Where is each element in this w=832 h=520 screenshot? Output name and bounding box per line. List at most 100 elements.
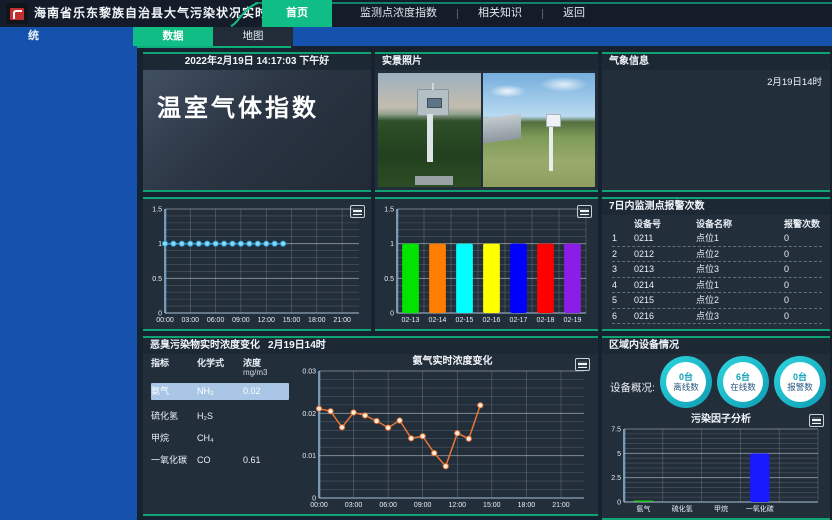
- svg-text:03:00: 03:00: [345, 502, 363, 509]
- device-overview-label: 设备概况:: [610, 380, 655, 395]
- svg-text:1.5: 1.5: [152, 207, 162, 214]
- panel-devices: 区域内设备情况 设备概况: 0台离线数6台在线数0台报警数 污染因子分析02.5…: [602, 336, 830, 520]
- alarm-table-row: 60216点位30: [612, 309, 822, 325]
- nav-item-monitor-index[interactable]: 监测点浓度指数: [342, 0, 455, 27]
- svg-text:0.02: 0.02: [302, 411, 316, 418]
- chart-menu-icon[interactable]: [809, 414, 824, 427]
- svg-text:12:00: 12:00: [448, 502, 466, 509]
- svg-text:21:00: 21:00: [333, 317, 351, 324]
- nav-separator: [542, 9, 543, 19]
- svg-text:1: 1: [390, 241, 394, 248]
- daily-index-chart: 00.511.502-1302-1402-1502-1602-1702-1802…: [377, 201, 594, 327]
- chart-menu-icon[interactable]: [575, 358, 590, 371]
- svg-text:2.5: 2.5: [611, 475, 621, 482]
- site-photo-1: [378, 73, 481, 187]
- svg-text:06:00: 06:00: [207, 317, 225, 324]
- panel-odor: 恶臭污染物实时浓度变化 2月19日14时 指标 化学式 浓度 mg/m3 氨气N…: [143, 336, 598, 516]
- svg-text:02-15: 02-15: [456, 317, 474, 324]
- odor-row-2[interactable]: 硫化氢H₂S: [151, 408, 289, 425]
- panel-gas-trend-chart: 00.511.500:0003:0006:0009:0012:0015:0018…: [143, 197, 371, 331]
- svg-text:污染因子分析: 污染因子分析: [691, 412, 751, 425]
- alarm-table: 设备号 设备名称 报警次数 10211点位1020212点位2030213点位3…: [602, 215, 830, 324]
- weather-time: 2月19日14时: [767, 74, 822, 88]
- app-logo-icon: [6, 3, 28, 24]
- odor-row-3[interactable]: 甲烷CH₄: [151, 430, 289, 447]
- nh3-trend-chart: 氨气实时浓度变化00.010.020.0300:0003:0006:0009:0…: [293, 354, 594, 512]
- svg-text:06:00: 06:00: [379, 502, 397, 509]
- device-status-circles: 0台离线数6台在线数0台报警数: [660, 356, 826, 408]
- svg-text:0.03: 0.03: [302, 369, 316, 376]
- nav-separator: [457, 9, 458, 19]
- sub-header: 统 数据地图: [0, 27, 832, 46]
- greenhouse-datetime: 2022年2月19日 14:17:03 下午好: [143, 54, 371, 70]
- svg-text:硫化氢: 硫化氢: [672, 504, 693, 513]
- odor-row-4[interactable]: 一氧化碳CO0.61: [151, 452, 289, 469]
- svg-text:12:00: 12:00: [257, 317, 275, 324]
- svg-text:甲烷: 甲烷: [714, 504, 728, 513]
- svg-text:18:00: 18:00: [308, 317, 326, 324]
- status-circle-offline: 0台离线数: [660, 356, 712, 408]
- odor-table-header: 指标 化学式 浓度: [151, 356, 289, 369]
- svg-text:7.5: 7.5: [611, 427, 621, 434]
- odor-unit: mg/m3: [151, 369, 289, 379]
- svg-text:15:00: 15:00: [483, 502, 501, 509]
- nav-item-knowledge[interactable]: 相关知识: [460, 0, 540, 27]
- svg-text:1.5: 1.5: [384, 207, 394, 214]
- svg-text:0: 0: [617, 500, 621, 507]
- chart-menu-icon[interactable]: [577, 205, 592, 218]
- svg-text:5: 5: [617, 451, 621, 458]
- svg-text:一氧化碳: 一氧化碳: [746, 504, 774, 513]
- left-sidebar: [0, 46, 137, 520]
- pollution-factor-chart: 污染因子分析 0 2.5 5 7.5 氨气 硫化氢 甲烷 一氧化碳: [604, 412, 826, 516]
- tab-data[interactable]: 数据: [133, 27, 213, 46]
- alarm-table-row: 30213点位30: [612, 262, 822, 278]
- alarm-table-header: 设备号 设备名称 报警次数: [612, 217, 822, 231]
- panel-greenhouse: 2022年2月19日 14:17:03 下午好 温室气体指数: [143, 52, 371, 192]
- odor-title: 恶臭污染物实时浓度变化: [150, 338, 260, 354]
- svg-text:00:00: 00:00: [156, 317, 174, 324]
- svg-text:氨气: 氨气: [636, 504, 650, 513]
- panel-daily-index-chart: 00.511.502-1302-1402-1502-1602-1702-1802…: [375, 197, 598, 331]
- monitor-cabinet: [417, 89, 449, 116]
- odor-table: 指标 化学式 浓度 mg/m3 氨气NH₃0.02 硫化氢H₂S 甲烷CH₄ 一氧化碳…: [143, 354, 293, 514]
- photos-title: 实景照片: [382, 54, 422, 70]
- svg-text:0: 0: [390, 311, 394, 318]
- odor-row-1[interactable]: 氨气NH₃0.02: [151, 383, 289, 400]
- svg-text:09:00: 09:00: [232, 317, 250, 324]
- panel-photos: 实景照片: [375, 52, 598, 192]
- svg-text:03:00: 03:00: [182, 317, 200, 324]
- alarm-table-title: 7日内监测点报警次数: [609, 199, 705, 215]
- svg-text:02-18: 02-18: [537, 317, 555, 324]
- greenhouse-headline: 温室气体指数: [157, 88, 319, 123]
- top-header: 海南省乐东黎族自治县大气污染状况实时发布系 首页监测点浓度指数相关知识返回: [0, 0, 832, 27]
- svg-text:02-16: 02-16: [483, 317, 501, 324]
- alarm-table-row: 50215点位20: [612, 293, 822, 309]
- nav-item-back[interactable]: 返回: [545, 0, 603, 27]
- nav-swoosh-decoration: [228, 0, 262, 27]
- weather-title: 气象信息: [609, 54, 649, 70]
- svg-text:18:00: 18:00: [518, 502, 536, 509]
- chart-menu-icon[interactable]: [350, 205, 365, 218]
- svg-text:0.5: 0.5: [152, 276, 162, 283]
- panel-weather: 气象信息 2月19日14时: [602, 52, 830, 192]
- tab-underline: [133, 46, 291, 48]
- alarm-table-row: 20212点位20: [612, 247, 822, 263]
- status-circle-alarm: 0台报警数: [774, 356, 826, 408]
- status-circle-online: 6台在线数: [717, 356, 769, 408]
- svg-text:02-17: 02-17: [510, 317, 528, 324]
- nav-item-home[interactable]: 首页: [262, 0, 332, 27]
- svg-text:1: 1: [158, 241, 162, 248]
- svg-text:0.5: 0.5: [384, 276, 394, 283]
- svg-text:02-13: 02-13: [402, 317, 420, 324]
- panel-alarm-table: 7日内监测点报警次数 设备号 设备名称 报警次数 10211点位1020212点…: [602, 197, 830, 331]
- gas-trend-chart: 00.511.500:0003:0006:0009:0012:0015:0018…: [145, 201, 367, 327]
- svg-text:09:00: 09:00: [414, 502, 432, 509]
- app-title-wrap: 统: [28, 27, 39, 46]
- alarm-table-row: 40214点位10: [612, 278, 822, 294]
- site-photo-2: [483, 73, 595, 187]
- svg-text:02-14: 02-14: [429, 317, 447, 324]
- svg-text:0.01: 0.01: [302, 453, 316, 460]
- svg-text:15:00: 15:00: [283, 317, 301, 324]
- svg-text:氨气实时浓度变化: 氨气实时浓度变化: [413, 354, 493, 367]
- tab-map[interactable]: 地图: [213, 27, 293, 46]
